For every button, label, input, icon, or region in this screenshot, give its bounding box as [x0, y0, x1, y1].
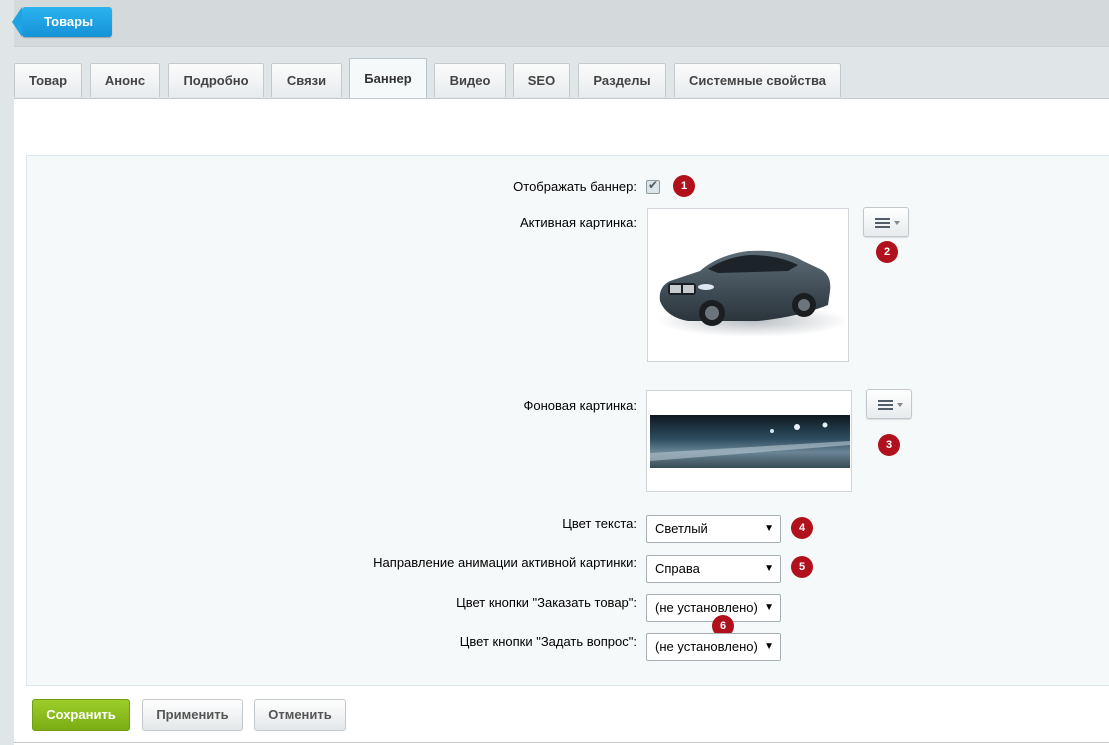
- tab-banner[interactable]: Баннер: [349, 58, 427, 98]
- active-image-label: Активная картинка:: [519, 215, 637, 230]
- active-image-menu-button[interactable]: [863, 207, 909, 237]
- tab-details[interactable]: Подробно: [168, 63, 264, 97]
- apply-button[interactable]: Применить: [142, 699, 243, 731]
- badge-1: 1: [673, 175, 695, 197]
- text-color-select[interactable]: Светлый ▼: [646, 515, 781, 543]
- back-to-products-button[interactable]: Товары: [12, 7, 112, 37]
- dropdown-arrow-icon: ▼: [764, 563, 774, 574]
- cancel-button[interactable]: Отменить: [254, 699, 346, 731]
- ask-button-color-value: (не установлено): [655, 639, 758, 654]
- tab-seo[interactable]: SEO: [513, 63, 570, 97]
- animation-direction-select[interactable]: Справа ▼: [646, 555, 781, 583]
- tab-system-properties[interactable]: Системные свойства: [674, 63, 841, 97]
- ask-button-color-label: Цвет кнопки "Задать вопрос":: [459, 634, 637, 649]
- tab-links[interactable]: Связи: [271, 63, 342, 97]
- checkmark-icon: ✔: [648, 178, 659, 192]
- top-panel: [14, 0, 1109, 47]
- hamburger-icon: [875, 218, 890, 230]
- tab-bar: Товар Анонс Подробно Связи Баннер Видео …: [14, 58, 1109, 98]
- order-button-color-select[interactable]: (не установлено) ▼: [646, 594, 781, 622]
- text-color-value: Светлый: [655, 521, 708, 536]
- background-image-menu-button[interactable]: [866, 389, 912, 419]
- badge-4: 4: [791, 517, 813, 539]
- footer-divider: [14, 742, 1109, 743]
- ask-button-color-select[interactable]: (не установлено) ▼: [646, 633, 781, 661]
- active-image-preview[interactable]: [647, 208, 849, 362]
- background-image-preview[interactable]: [646, 390, 852, 492]
- chevron-down-icon: [897, 403, 903, 407]
- text-color-label: Цвет текста:: [562, 516, 637, 531]
- save-button[interactable]: Сохранить: [32, 699, 130, 731]
- road-image: [650, 415, 850, 468]
- badge-2: 2: [876, 241, 898, 263]
- tab-announcement[interactable]: Анонс: [90, 63, 160, 97]
- animation-direction-value: Справа: [655, 561, 700, 576]
- show-banner-label: Отображать баннер:: [513, 179, 637, 194]
- hamburger-icon: [878, 400, 893, 412]
- order-button-color-value: (не установлено): [655, 600, 758, 615]
- dropdown-arrow-icon: ▼: [764, 602, 774, 613]
- tab-product[interactable]: Товар: [14, 63, 82, 97]
- tab-video[interactable]: Видео: [434, 63, 506, 97]
- show-banner-checkbox[interactable]: ✔: [646, 178, 660, 194]
- order-button-color-label: Цвет кнопки "Заказать товар":: [456, 595, 637, 610]
- animation-direction-label: Направление анимации активной картинки:: [373, 555, 637, 570]
- car-image: [658, 250, 848, 337]
- badge-5: 5: [791, 556, 813, 578]
- dropdown-arrow-icon: ▼: [764, 523, 774, 534]
- chevron-down-icon: [894, 221, 900, 225]
- badge-3: 3: [878, 434, 900, 456]
- background-image-label: Фоновая картинка:: [523, 398, 637, 413]
- tab-sections[interactable]: Разделы: [578, 63, 666, 97]
- dropdown-arrow-icon: ▼: [764, 641, 774, 652]
